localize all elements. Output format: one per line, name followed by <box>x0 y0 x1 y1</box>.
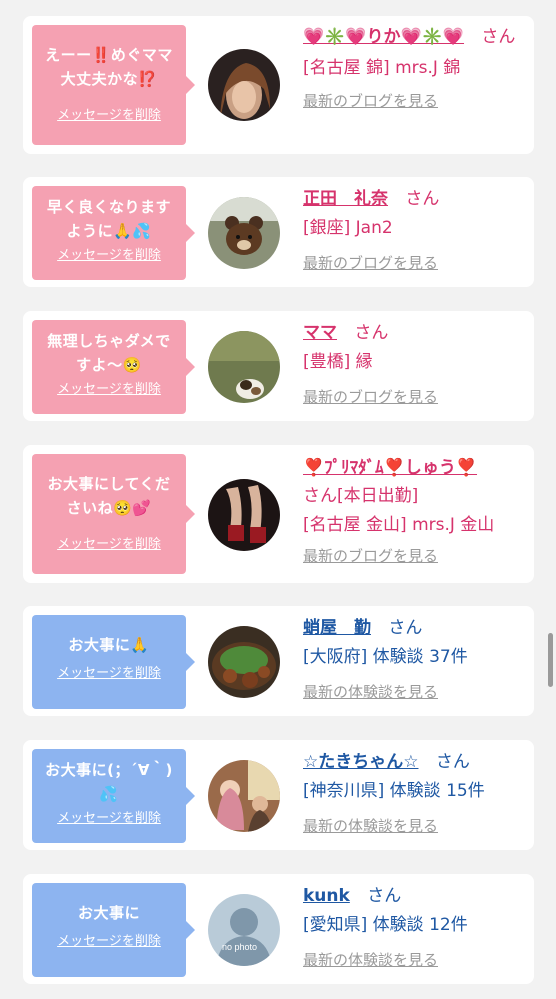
latest-review-link[interactable]: 最新の体験談を見る <box>303 815 438 837</box>
delete-message-link[interactable]: メッセージを削除 <box>57 933 161 951</box>
avatar[interactable]: no photo <box>208 894 280 966</box>
message-card: えーー‼️めぐママ大丈夫かな⁉️ メッセージを削除 💗✳️💗りか💗✳️💗 さん … <box>23 16 534 154</box>
message-bubble: えーー‼️めぐママ大丈夫かな⁉️ メッセージを削除 <box>32 25 195 145</box>
latest-review-link[interactable]: 最新の体験談を見る <box>303 949 438 971</box>
avatar[interactable] <box>208 197 280 269</box>
latest-blog-link[interactable]: 最新のブログを見る <box>303 90 438 112</box>
legs-photo-icon <box>208 479 280 551</box>
honorific: さん <box>388 618 423 638</box>
message-text: えーー‼️めぐママ大丈夫かな⁉️ <box>45 46 173 88</box>
avatar[interactable] <box>208 49 280 121</box>
message-text: お大事に🙏 <box>68 636 150 654</box>
delete-message-link[interactable]: メッセージを削除 <box>57 536 161 554</box>
avatar[interactable] <box>208 331 280 403</box>
sender-info: 💗✳️💗りか💗✳️💗 さん [名古屋 錦] mrs.J 錦 最新のブログを見る <box>303 24 524 112</box>
sender-info: 蛸屋 勤 さん [大阪府] 体験談 37件 最新の体験談を見る <box>303 615 524 703</box>
scrollbar[interactable] <box>548 633 553 687</box>
sender-name-link[interactable]: ママ <box>303 323 337 343</box>
message-bubble: 早く良くなりますように🙏💦 メッセージを削除 <box>32 186 195 280</box>
message-card: お大事にしてくださいね🥺💕 メッセージを削除 ❣️ﾌﾟﾘﾏﾀﾞﾑ❣️しゅう❣️ … <box>23 445 534 583</box>
sender-name-link[interactable]: 正田 礼奈 <box>303 189 388 209</box>
message-bubble: お大事に🙏 メッセージを削除 <box>32 615 195 709</box>
shop-location: [豊橋] 縁 <box>303 352 373 372</box>
review-count: [神奈川県] 体験談 15件 <box>303 781 485 801</box>
message-bubble: お大事に メッセージを削除 <box>32 883 195 977</box>
message-bubble: 無理しちゃダメですよ〜🥺 メッセージを削除 <box>32 320 195 414</box>
message-card: 無理しちゃダメですよ〜🥺 メッセージを削除 ママ さん [豊橋] 縁 最新のブロ… <box>23 311 534 421</box>
avatar[interactable] <box>208 479 280 551</box>
shop-location: [名古屋 錦] mrs.J 錦 <box>303 58 461 78</box>
latest-blog-link[interactable]: 最新のブログを見る <box>303 545 438 567</box>
message-card: お大事に メッセージを削除 no photo kunk さん [愛知県] 体験談… <box>23 874 534 984</box>
sender-info: kunk さん [愛知県] 体験談 12件 最新の体験談を見る <box>303 883 524 971</box>
svg-text:no photo: no photo <box>222 942 257 952</box>
delete-message-link[interactable]: メッセージを削除 <box>57 810 161 828</box>
shop-location: [銀座] Jan2 <box>303 218 393 238</box>
delete-message-link[interactable]: メッセージを削除 <box>57 665 161 683</box>
sender-info: ❣️ﾌﾟﾘﾏﾀﾞﾑ❣️しゅう❣️ さん[本日出勤] [名古屋 金山] mrs.J… <box>303 455 524 567</box>
honorific: さん <box>367 886 402 906</box>
review-count: [愛知県] 体験談 12件 <box>303 915 468 935</box>
avatar[interactable] <box>208 626 280 698</box>
message-bubble: お大事にしてくださいね🥺💕 メッセージを削除 <box>32 454 195 574</box>
message-text: 無理しちゃダメですよ〜🥺 <box>47 332 171 374</box>
group-photo-icon <box>208 760 280 832</box>
review-count: [大阪府] 体験談 37件 <box>303 647 468 667</box>
sender-name-link[interactable]: ❣️ﾌﾟﾘﾏﾀﾞﾑ❣️しゅう❣️ <box>303 458 477 478</box>
delete-message-link[interactable]: メッセージを削除 <box>57 107 161 125</box>
message-text: 早く良くなりますように🙏💦 <box>46 198 171 240</box>
avatar[interactable] <box>208 760 280 832</box>
sender-info: ☆たきちゃん☆ さん [神奈川県] 体験談 15件 最新の体験談を見る <box>303 749 524 837</box>
honorific: さん <box>405 189 440 209</box>
message-bubble: お大事に(；´∀｀)💦 メッセージを削除 <box>32 749 195 843</box>
honorific: さん <box>435 752 470 772</box>
message-text: お大事にしてくださいね🥺💕 <box>47 475 171 517</box>
sender-name-link[interactable]: kunk <box>303 886 350 906</box>
food-photo-icon <box>208 626 280 698</box>
message-text: お大事に(；´∀｀)💦 <box>45 761 173 803</box>
honorific: さん <box>303 486 337 506</box>
honorific: さん <box>354 323 389 343</box>
bear-photo-icon <box>208 197 280 269</box>
latest-blog-link[interactable]: 最新のブログを見る <box>303 386 438 408</box>
honorific: さん <box>481 27 516 47</box>
latest-blog-link[interactable]: 最新のブログを見る <box>303 252 438 274</box>
sender-info: 正田 礼奈 さん [銀座] Jan2 最新のブログを見る <box>303 186 524 274</box>
shop-location: [名古屋 金山] mrs.J 金山 <box>303 515 495 535</box>
message-card: お大事に(；´∀｀)💦 メッセージを削除 ☆たきちゃん☆ さん [神奈川県] 体… <box>23 740 534 850</box>
sender-info: ママ さん [豊橋] 縁 最新のブログを見る <box>303 320 524 408</box>
message-card: 早く良くなりますように🙏💦 メッセージを削除 正田 礼奈 さん [銀座] Jan… <box>23 177 534 287</box>
woman-photo-icon <box>208 49 280 121</box>
sender-name-link[interactable]: ☆たきちゃん☆ <box>303 752 418 772</box>
message-text: お大事に <box>77 904 140 922</box>
sender-name-link[interactable]: 蛸屋 勤 <box>303 618 371 638</box>
delete-message-link[interactable]: メッセージを削除 <box>57 247 161 265</box>
no-photo-icon: no photo <box>208 894 280 966</box>
latest-review-link[interactable]: 最新の体験談を見る <box>303 681 438 703</box>
attendance-status: [本日出勤] <box>337 486 419 506</box>
message-card: お大事に🙏 メッセージを削除 蛸屋 勤 さん [大阪府] 体験談 37件 最新の… <box>23 606 534 716</box>
dog-photo-icon <box>208 331 280 403</box>
delete-message-link[interactable]: メッセージを削除 <box>57 381 161 399</box>
sender-name-link[interactable]: 💗✳️💗りか💗✳️💗 <box>303 27 464 47</box>
